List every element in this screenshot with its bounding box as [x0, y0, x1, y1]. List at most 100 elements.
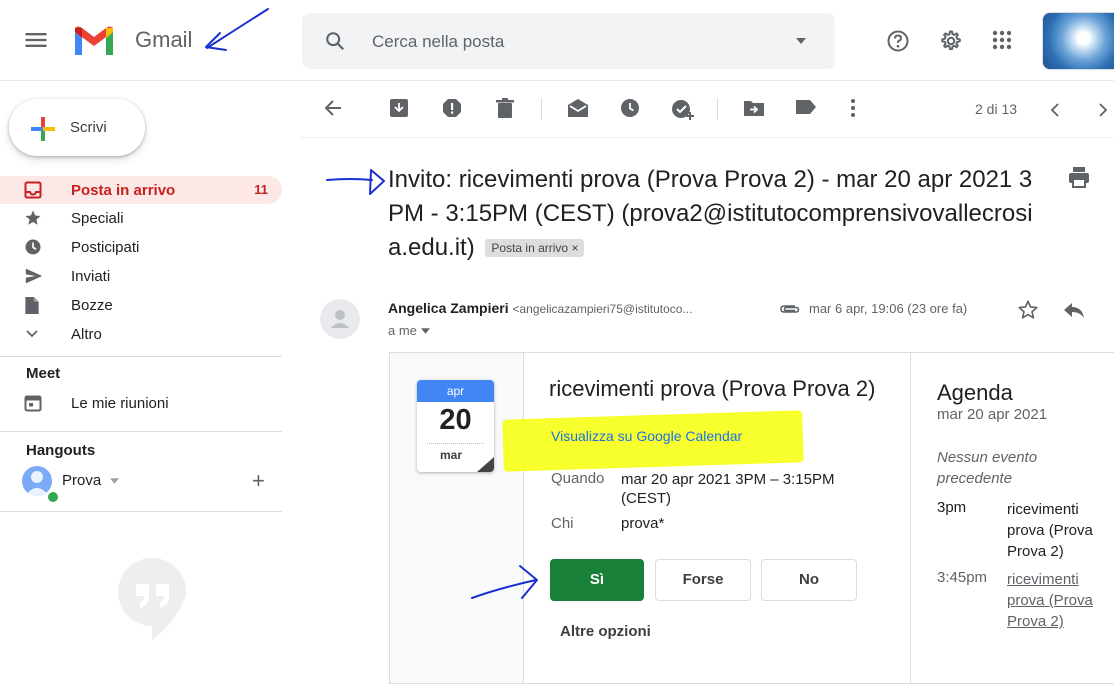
meet-section-title: Meet	[26, 365, 61, 382]
agenda-event-link[interactable]: ricevimenti prova (Prova Prova 2)	[1007, 569, 1107, 632]
sidebar-item-drafts[interactable]: Bozze	[0, 291, 282, 319]
report-spam-icon[interactable]	[442, 98, 462, 118]
toolbar-divider	[717, 98, 718, 120]
sidebar-item-label: Posticipati	[71, 239, 140, 256]
compose-plus-icon	[29, 115, 57, 143]
compose-label: Scrivi	[70, 119, 107, 136]
calendar-invite-card: apr 20 mar ricevimenti prova (Prova Prov…	[389, 352, 1114, 684]
sidebar-item-starred[interactable]: Speciali	[0, 204, 282, 232]
message-date: mar 6 apr, 19:06 (23 ore fa)	[809, 301, 968, 316]
compose-button[interactable]: Scrivi	[9, 99, 145, 156]
draft-icon	[24, 296, 40, 315]
annotation-arrow-subject	[326, 178, 373, 181]
recipient-text: a me	[388, 323, 417, 338]
toolbar-divider	[300, 137, 1114, 138]
next-chevron-icon[interactable]	[1098, 103, 1108, 117]
sidebar-item-label: Le mie riunioni	[71, 395, 169, 412]
reply-arrow-icon[interactable]	[1063, 301, 1085, 319]
who-label: Chi	[551, 515, 574, 532]
when-label: Quando	[551, 470, 605, 487]
star-outline-icon[interactable]	[1017, 299, 1039, 321]
calendar-page-curl-icon	[477, 457, 494, 472]
sidebar-item-more[interactable]: Altro	[0, 320, 282, 348]
recipient-details-caret-icon[interactable]	[420, 328, 430, 334]
search-icon[interactable]	[324, 30, 346, 52]
agenda-panel: Agenda mar 20 apr 2021 Nessun evento pre…	[910, 353, 1114, 683]
sidebar-item-my-meetings[interactable]: Le mie riunioni	[0, 389, 282, 417]
settings-gear-icon[interactable]	[938, 29, 962, 53]
sender-line: Angelica Zampieri <angelicazampieri75@is…	[388, 300, 692, 316]
sidebar-divider	[0, 431, 282, 432]
invite-date-panel: apr 20 mar	[390, 353, 524, 683]
label-tag-icon[interactable]	[795, 98, 817, 116]
calendar-tile-separator	[427, 443, 484, 444]
brand-name: Gmail	[135, 27, 193, 52]
sidebar-item-inbox[interactable]: Posta in arrivo 11	[0, 176, 282, 204]
sidebar-divider	[0, 511, 282, 512]
rsvp-no-button[interactable]: No	[761, 559, 857, 601]
hangouts-user-name[interactable]: Prova	[62, 472, 101, 489]
clock-icon	[24, 238, 42, 256]
new-conversation-plus-icon[interactable]: +	[252, 470, 265, 492]
when-value: mar 20 apr 2021 3PM – 3:15PM (CEST)	[621, 471, 835, 507]
help-icon[interactable]	[886, 29, 910, 53]
search-bar[interactable]	[302, 13, 835, 69]
agenda-event-time: 3:45pm	[937, 569, 988, 586]
more-options-vertical-icon[interactable]	[850, 98, 856, 118]
sidebar-item-label: Posta in arrivo	[71, 182, 176, 199]
inbox-icon	[24, 181, 42, 199]
sidebar-divider	[0, 356, 282, 357]
sidebar-item-sent[interactable]: Inviati	[0, 262, 282, 290]
sidebar-item-label: Inviati	[71, 268, 111, 285]
sidebar-item-label: Altro	[71, 326, 102, 343]
recipient-line[interactable]: a me	[388, 323, 430, 338]
archive-icon[interactable]	[389, 98, 409, 118]
sender-avatar[interactable]	[320, 299, 360, 339]
hangouts-quote-icon	[116, 556, 188, 642]
rsvp-yes-button[interactable]: Sì	[550, 559, 644, 601]
email-subject: Invito: ricevimenti prova (Prova Prova 2…	[388, 163, 1038, 265]
sidebar-item-label: Bozze	[71, 297, 113, 314]
agenda-event-title: ricevimenti prova (Prova Prova 2)	[1007, 501, 1093, 560]
view-in-calendar-link[interactable]: Visualizza su Google Calendar	[551, 428, 742, 444]
calendar-month: apr	[417, 380, 494, 402]
calendar-date-tile: apr 20 mar	[417, 380, 494, 472]
rsvp-maybe-button[interactable]: Forse	[655, 559, 751, 601]
print-icon[interactable]	[1068, 166, 1090, 188]
inbox-label-chip[interactable]: Posta in arrivo ×	[485, 239, 585, 257]
agenda-date: mar 20 apr 2021	[937, 406, 1048, 423]
remove-label-icon[interactable]: ×	[571, 241, 578, 255]
annotation-arrowhead-subject	[369, 169, 385, 195]
pagination-count: 2 di 13	[975, 101, 1018, 117]
sender-name[interactable]: Angelica Zampieri	[388, 300, 509, 316]
more-options-link[interactable]: Altre opzioni	[560, 623, 651, 640]
sidebar-item-label: Speciali	[71, 210, 124, 227]
main-menu-icon[interactable]	[22, 26, 50, 54]
online-status-dot	[46, 490, 60, 504]
attachment-icon	[779, 303, 801, 315]
agenda-event-time: 3pm	[937, 499, 967, 516]
calendar-icon	[24, 394, 42, 412]
send-icon	[24, 267, 44, 285]
mark-unread-icon[interactable]	[567, 98, 589, 118]
delete-trash-icon[interactable]	[496, 98, 514, 118]
hangouts-section-title: Hangouts	[26, 442, 96, 459]
search-options-caret-icon[interactable]	[795, 37, 807, 45]
move-to-folder-icon[interactable]	[743, 98, 765, 118]
chevron-down-icon	[24, 325, 40, 341]
who-value: prova*	[621, 515, 665, 532]
google-apps-grid-icon[interactable]	[991, 29, 1013, 51]
event-title: ricevimenti prova (Prova Prova 2)	[549, 376, 876, 401]
previous-chevron-icon[interactable]	[1050, 103, 1060, 117]
back-arrow-icon[interactable]	[323, 98, 343, 118]
unread-count-badge: 11	[254, 182, 268, 197]
search-input[interactable]	[370, 28, 754, 56]
account-avatar[interactable]	[1042, 12, 1114, 70]
sidebar-item-snoozed[interactable]: Posticipati	[0, 233, 282, 261]
hangouts-status-caret-icon[interactable]	[110, 478, 119, 484]
add-to-tasks-icon[interactable]	[671, 98, 695, 120]
snooze-clock-icon[interactable]	[620, 98, 640, 118]
gmail-logo-icon[interactable]	[72, 24, 116, 58]
star-icon	[24, 209, 42, 227]
calendar-day: 20	[439, 404, 472, 436]
